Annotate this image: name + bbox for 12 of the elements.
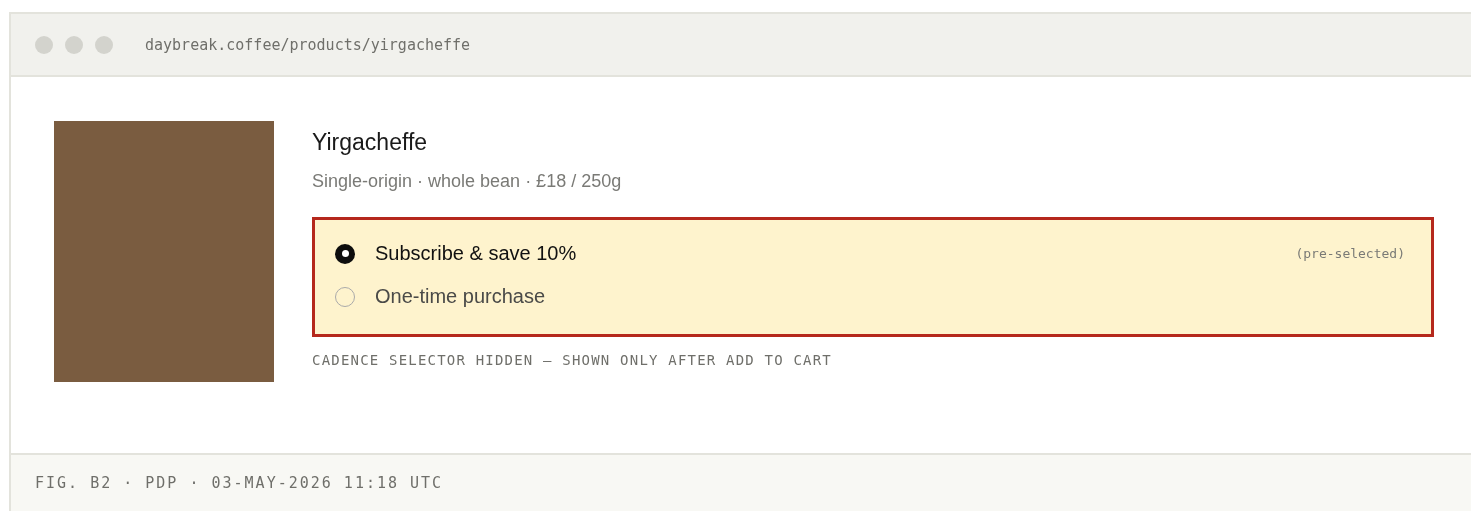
option-label[interactable]: Subscribe & save 10% <box>375 242 577 265</box>
window-control-icon[interactable] <box>35 35 53 54</box>
option-note: (pre-selected) <box>1295 246 1406 261</box>
option-label[interactable]: One-time purchase <box>375 285 546 308</box>
figure-caption: FIG. B2 · PDP · 03-MAY-2026 11:18 UTC <box>11 453 1471 511</box>
address-url[interactable]: daybreak.coffee/products/yirgacheffe <box>145 35 471 54</box>
window-control-icon[interactable] <box>65 35 83 54</box>
product-title: Yirgacheffe <box>312 129 429 156</box>
radio-button[interactable] <box>335 243 355 264</box>
product-subtitle: Single-origin · whole bean · £18 / 250g <box>312 171 623 192</box>
caption-text: CADENCE SELECTOR HIDDEN — SHOWN ONLY AFTER ADD TO CART <box>312 352 833 368</box>
window-control-icon[interactable] <box>95 35 113 54</box>
